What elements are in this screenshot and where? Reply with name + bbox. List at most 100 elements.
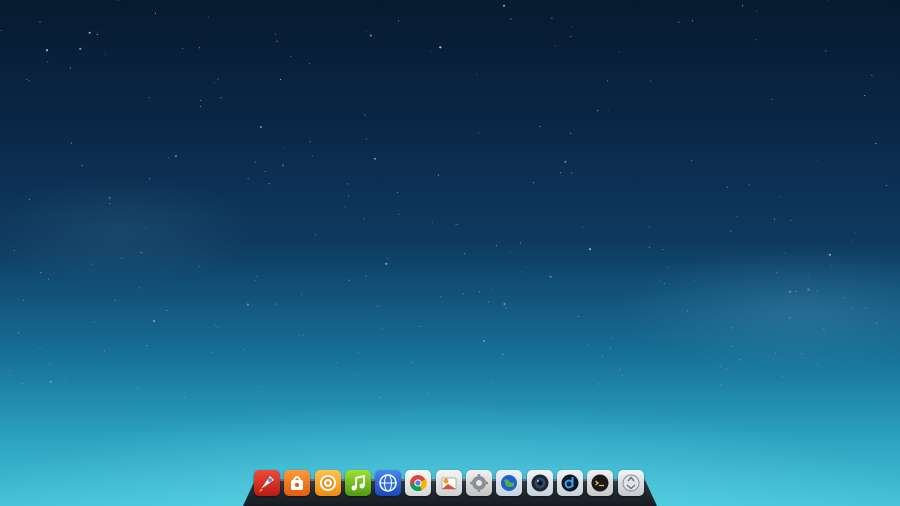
star <box>719 365 721 367</box>
star <box>276 40 278 42</box>
star <box>93 321 95 323</box>
app-store-bag-icon[interactable] <box>284 470 311 496</box>
star <box>606 80 608 82</box>
star <box>379 397 381 399</box>
star <box>365 138 367 140</box>
star <box>789 317 791 319</box>
web-browser-globe-icon[interactable] <box>496 470 523 496</box>
camera-lens-icon[interactable] <box>526 470 553 496</box>
star <box>586 344 589 346</box>
star <box>850 241 852 243</box>
star <box>505 307 507 309</box>
star <box>138 287 140 289</box>
rocket-launcher-icon[interactable] <box>254 470 280 496</box>
star <box>570 132 572 134</box>
star <box>281 164 285 167</box>
star <box>831 265 833 267</box>
star <box>312 155 314 157</box>
star <box>283 147 285 149</box>
star <box>816 160 818 162</box>
star <box>121 257 123 259</box>
trash-recycle-icon[interactable] <box>617 470 644 496</box>
star <box>807 288 810 291</box>
star <box>619 368 621 370</box>
star <box>347 195 349 197</box>
star <box>488 301 490 303</box>
star <box>464 253 466 255</box>
star <box>571 26 573 28</box>
star <box>428 392 430 394</box>
star <box>45 49 49 52</box>
star <box>39 347 41 349</box>
star <box>256 275 258 278</box>
star <box>825 50 827 52</box>
star <box>153 320 156 323</box>
star <box>385 262 388 265</box>
star <box>146 345 148 347</box>
star <box>144 227 146 229</box>
star <box>375 158 377 160</box>
star <box>148 97 150 99</box>
star <box>104 53 106 55</box>
star <box>663 282 665 284</box>
star <box>28 80 30 82</box>
star <box>519 242 521 244</box>
star <box>439 295 441 298</box>
star <box>551 17 553 19</box>
star <box>693 280 696 282</box>
deepin-logo-icon[interactable] <box>556 470 583 496</box>
system-settings-icon[interactable] <box>466 470 493 496</box>
star <box>22 383 24 385</box>
star <box>629 378 631 380</box>
star <box>348 279 350 281</box>
star <box>828 253 832 256</box>
music-note-icon[interactable] <box>344 470 371 496</box>
star <box>48 363 50 365</box>
starfield <box>0 0 888 400</box>
terminal-icon[interactable] <box>587 470 614 496</box>
star <box>254 161 256 163</box>
star <box>582 226 584 228</box>
star <box>103 350 105 352</box>
star <box>539 125 541 128</box>
music-player-icon[interactable] <box>314 470 341 496</box>
star <box>779 196 781 198</box>
star <box>570 36 572 38</box>
star <box>290 56 292 58</box>
star <box>26 78 28 80</box>
star <box>377 305 379 307</box>
star <box>560 172 562 174</box>
star <box>503 302 506 306</box>
star <box>771 99 773 101</box>
photo-viewer-icon[interactable] <box>435 470 462 496</box>
star <box>601 355 603 357</box>
star <box>455 224 457 226</box>
star <box>520 271 522 273</box>
star <box>298 334 300 336</box>
star <box>22 299 24 301</box>
star <box>49 380 52 383</box>
star <box>502 4 506 7</box>
chrome-browser-icon[interactable] <box>405 470 432 496</box>
star <box>667 266 669 269</box>
star <box>790 219 792 221</box>
star <box>843 297 845 299</box>
star <box>462 293 464 295</box>
star <box>39 21 41 23</box>
star <box>184 396 186 398</box>
star <box>571 172 573 174</box>
star <box>885 185 888 187</box>
star <box>91 263 93 265</box>
star <box>437 174 439 176</box>
star <box>730 230 732 232</box>
star <box>875 142 877 144</box>
star <box>47 61 49 63</box>
internet-globe-icon[interactable] <box>375 470 402 496</box>
star <box>166 310 168 312</box>
star <box>246 303 249 306</box>
star <box>254 279 256 281</box>
star <box>381 328 383 330</box>
star <box>247 178 249 180</box>
star <box>387 258 389 260</box>
desktop-wallpaper <box>0 0 900 506</box>
